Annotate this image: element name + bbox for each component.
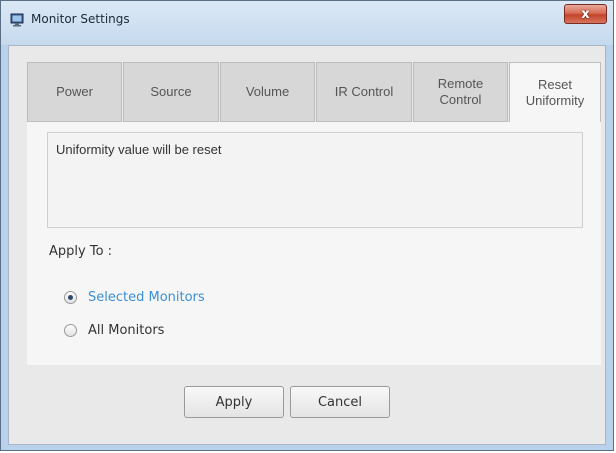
window-title: Monitor Settings [31, 12, 130, 26]
tab-source[interactable]: Source [123, 62, 219, 122]
option-all-monitors-label: All Monitors [88, 323, 165, 338]
tab-ir-control[interactable]: IR Control [316, 62, 412, 122]
monitor-icon [10, 13, 24, 27]
reset-uniformity-panel: Uniformity value will be reset Apply To … [27, 122, 601, 365]
apply-button[interactable]: Apply [184, 386, 284, 418]
monitor-settings-window: Monitor Settings x Power Source Volume I… [0, 0, 614, 451]
option-selected-monitors[interactable]: Selected Monitors [64, 290, 205, 305]
option-all-monitors[interactable]: All Monitors [64, 323, 164, 338]
message-text: Uniformity value will be reset [56, 142, 222, 157]
tab-power[interactable]: Power [27, 62, 122, 122]
cancel-button[interactable]: Cancel [290, 386, 390, 418]
message-box: Uniformity value will be reset [47, 132, 583, 228]
option-selected-monitors-label: Selected Monitors [88, 290, 205, 305]
title-bar: Monitor Settings x [1, 1, 613, 45]
close-icon: x [581, 6, 590, 22]
radio-selected-icon[interactable] [64, 291, 77, 304]
tab-reset-uniformity[interactable]: Reset Uniformity [509, 62, 601, 124]
client-area: Power Source Volume IR Control Remote Co… [8, 45, 606, 445]
radio-unselected-icon[interactable] [64, 324, 77, 337]
tab-volume[interactable]: Volume [220, 62, 315, 122]
tab-remote-control[interactable]: Remote Control [413, 62, 508, 122]
apply-to-label: Apply To : [49, 244, 113, 259]
tab-strip: Power Source Volume IR Control Remote Co… [27, 62, 601, 124]
close-button[interactable]: x [564, 4, 607, 24]
